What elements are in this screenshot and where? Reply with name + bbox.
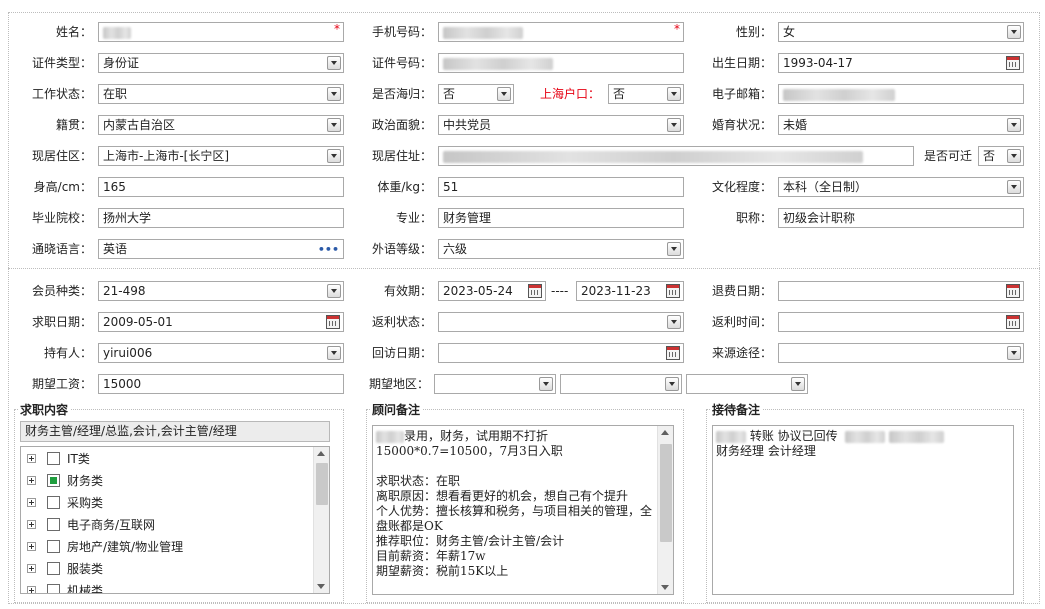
- expand-icon[interactable]: [27, 520, 36, 529]
- native-label: 籍贯：: [55, 118, 92, 132]
- address-input[interactable]: [438, 146, 914, 166]
- education-select[interactable]: 本科（全日制）: [778, 177, 1024, 197]
- education-label: 文化程度：: [711, 180, 772, 194]
- weight-label: 体重/kg：: [377, 180, 432, 194]
- advisor-notes-textarea[interactable]: 录用，财务，试用期不打折15000*0.7=10500，7月3日入职 求职状态：…: [372, 425, 674, 595]
- checkbox[interactable]: [47, 562, 60, 575]
- chevron-down-icon[interactable]: [497, 87, 511, 101]
- expand-icon[interactable]: [27, 498, 36, 507]
- title-label: 职称：: [735, 211, 772, 225]
- refund-date-label: 退费日期：: [711, 284, 772, 298]
- work-status-label: 工作状态：: [31, 87, 92, 101]
- school-label: 毕业院校：: [31, 211, 92, 225]
- advisor-notes-title: 顾问备注: [370, 403, 423, 417]
- chevron-down-icon[interactable]: [1007, 180, 1021, 194]
- expand-icon[interactable]: [27, 564, 36, 573]
- scroll-up-icon[interactable]: [317, 451, 325, 456]
- address-label: 现居住址：: [371, 149, 432, 163]
- chevron-down-icon[interactable]: [791, 377, 805, 391]
- rebate-status-label: 返利状态：: [371, 315, 432, 329]
- expand-icon[interactable]: [27, 454, 36, 463]
- email-label: 电子邮箱：: [711, 87, 772, 101]
- checkbox[interactable]: [47, 452, 60, 465]
- checkbox[interactable]: [47, 584, 60, 593]
- foreign-level-label: 外语等级：: [371, 242, 432, 256]
- job-summary-field[interactable]: 财务主管/经理/总监,会计,会计主管/经理: [20, 421, 330, 442]
- language-label: 通晓语言：: [31, 242, 92, 256]
- height-label: 身高/cm：: [33, 180, 92, 194]
- name-label: 姓名：: [55, 25, 92, 39]
- chevron-down-icon[interactable]: [539, 377, 553, 391]
- scroll-thumb[interactable]: [660, 444, 672, 542]
- chevron-down-icon[interactable]: [1007, 25, 1021, 39]
- valid-label: 有效期：: [383, 284, 432, 298]
- id-type-label: 证件类型：: [31, 56, 92, 70]
- scroll-down-icon[interactable]: [661, 585, 669, 590]
- checkbox-checked[interactable]: [47, 474, 60, 487]
- residence-label: 现居住区：: [31, 149, 92, 163]
- chevron-down-icon[interactable]: [1007, 149, 1021, 163]
- political-label: 政治面貌：: [371, 118, 432, 132]
- region-select-3[interactable]: [686, 374, 808, 394]
- holder-label: 持有人：: [43, 346, 92, 360]
- region-label: 期望地区：: [368, 377, 429, 391]
- visit-date-label: 回访日期：: [371, 346, 432, 360]
- reception-notes-textarea[interactable]: 转账 协议已回传 财务经理 会计经理: [712, 425, 1014, 595]
- chevron-down-icon[interactable]: [1007, 346, 1021, 360]
- relocate-label: 是否可迁: [924, 149, 973, 163]
- salary-label: 期望工资：: [31, 377, 92, 391]
- major-label: 专业：: [395, 211, 432, 225]
- scroll-up-icon[interactable]: [661, 430, 669, 435]
- birth-date-input[interactable]: 1993-04-17: [778, 53, 1024, 73]
- scroll-down-icon[interactable]: [317, 584, 325, 589]
- expand-icon[interactable]: [27, 542, 36, 551]
- advisor-scrollbar[interactable]: [657, 426, 673, 594]
- calendar-icon[interactable]: [1006, 56, 1020, 70]
- rebate-time-label: 返利时间：: [711, 315, 772, 329]
- source-select[interactable]: [778, 343, 1024, 363]
- returnee-select[interactable]: 否: [438, 84, 514, 104]
- scroll-thumb[interactable]: [316, 463, 328, 505]
- id-no-label: 证件号码：: [371, 56, 432, 70]
- phone-label: 手机号码：: [371, 25, 432, 39]
- section-divider: [8, 268, 1040, 269]
- calendar-icon[interactable]: [528, 284, 542, 298]
- expand-icon[interactable]: [27, 586, 36, 593]
- chevron-down-icon[interactable]: [1007, 118, 1021, 132]
- region-select-1[interactable]: [434, 374, 556, 394]
- chevron-down-icon[interactable]: [665, 377, 679, 391]
- tree-scrollbar[interactable]: [313, 447, 329, 593]
- foreign-level-select[interactable]: 六级: [438, 239, 684, 259]
- gender-select[interactable]: 女: [778, 22, 1024, 42]
- calendar-icon[interactable]: [1006, 315, 1020, 329]
- title-input[interactable]: 初级会计职称: [778, 208, 1024, 228]
- checkbox[interactable]: [47, 540, 60, 553]
- marital-label: 婚育状况：: [711, 118, 772, 132]
- calendar-icon[interactable]: [1006, 284, 1020, 298]
- job-category-tree: IT类 财务类 采购类 电子商务/互联网 房地产/建筑/物业管理 服装类 机械类: [20, 446, 330, 594]
- job-content-title: 求职内容: [18, 403, 71, 417]
- checkbox[interactable]: [47, 496, 60, 509]
- region-select-2[interactable]: [560, 374, 682, 394]
- email-input[interactable]: [778, 84, 1024, 104]
- expand-icon[interactable]: [27, 476, 36, 485]
- reception-notes-title: 接待备注: [710, 403, 763, 417]
- chevron-down-icon[interactable]: [667, 242, 681, 256]
- rebate-time-input[interactable]: [778, 312, 1024, 332]
- marital-select[interactable]: 未婚: [778, 115, 1024, 135]
- birth-label: 出生日期：: [711, 56, 772, 70]
- member-type-label: 会员种类：: [31, 284, 92, 298]
- shanghai-hukou-label: 上海户口：: [539, 87, 600, 101]
- refund-date-input[interactable]: [778, 281, 1024, 301]
- returnee-label: 是否海归：: [371, 87, 432, 101]
- gender-label: 性别：: [735, 25, 772, 39]
- valid-from-input[interactable]: 2023-05-24: [438, 281, 546, 301]
- valid-separator: ----: [551, 284, 569, 298]
- checkbox[interactable]: [47, 518, 60, 531]
- source-label: 来源途径：: [711, 346, 772, 360]
- apply-date-label: 求职日期：: [31, 315, 92, 329]
- relocate-select[interactable]: 否: [978, 146, 1024, 166]
